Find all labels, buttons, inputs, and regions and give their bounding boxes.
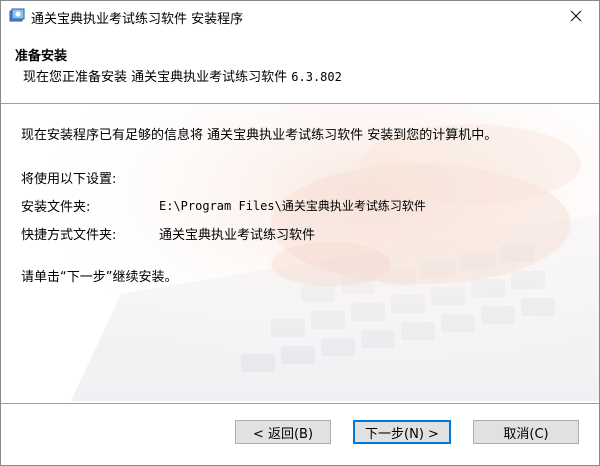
install-folder-label: 安装文件夹: — [21, 200, 91, 215]
subtitle-text: 现在您正准备安装 通关宝典执业考试练习软件 — [23, 70, 288, 85]
version-text: 6.3.802 — [291, 70, 342, 84]
intro-text: 现在安装程序已有足够的信息将 通关宝典执业考试练习软件 安装到您的计算机中。 — [21, 128, 498, 143]
content-area: 现在安装程序已有足够的信息将 通关宝典执业考试练习软件 安装到您的计算机中。 将… — [1, 104, 599, 401]
cancel-button[interactable]: 取消(C) — [473, 420, 579, 444]
shortcut-folder-label: 快捷方式文件夹: — [21, 228, 117, 243]
installer-window: 通关宝典执业考试练习软件 安装程序 准备安装 现在您正准备安装 通关宝典执业考试… — [0, 0, 600, 466]
title-bar: 通关宝典执业考试练习软件 安装程序 — [1, 1, 599, 31]
page-header: 准备安装 现在您正准备安装 通关宝典执业考试练习软件 6.3.802 — [1, 31, 599, 104]
keyboard-hands-background — [1, 104, 599, 401]
next-button[interactable]: 下一步(N) > — [353, 420, 451, 444]
installer-app-icon — [9, 8, 25, 24]
close-icon — [570, 7, 582, 26]
button-bar: < 返回(B) 下一步(N) > 取消(C) — [1, 404, 599, 465]
page-title: 准备安装 — [15, 49, 68, 64]
continue-hint: 请单击“下一步”继续安装。 — [21, 270, 178, 285]
page-subtitle: 现在您正准备安装 通关宝典执业考试练习软件 6.3.802 — [23, 66, 342, 85]
back-button[interactable]: < 返回(B) — [235, 420, 331, 444]
install-folder-value: E:\Program Files\通关宝典执业考试练习软件 — [159, 199, 426, 213]
close-button[interactable] — [553, 1, 599, 31]
settings-heading: 将使用以下设置: — [21, 172, 117, 187]
shortcut-folder-value: 通关宝典执业考试练习软件 — [159, 228, 316, 243]
window-title: 通关宝典执业考试练习软件 安装程序 — [31, 12, 244, 27]
